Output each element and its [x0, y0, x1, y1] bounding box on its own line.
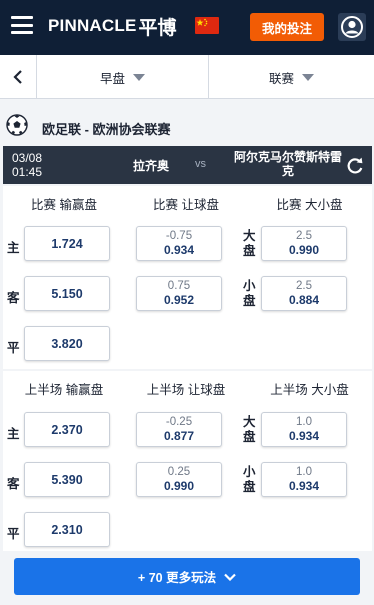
total-line: 1.0	[296, 416, 312, 428]
refresh-icon[interactable]	[346, 157, 364, 175]
total-over-odds[interactable]: 1.0 0.934	[261, 412, 347, 447]
period-dropdown[interactable]: 早盘	[37, 55, 209, 99]
event-datetime: 03/08 01:45	[12, 151, 42, 179]
odds-price: 0.877	[163, 429, 195, 443]
filter-bar: 早盘 联赛	[0, 55, 374, 99]
more-markets-button[interactable]: + 70 更多玩法	[14, 558, 360, 595]
caret-down-icon	[302, 73, 314, 81]
total-under-odds[interactable]: 1.0 0.934	[261, 462, 347, 497]
top-header: PINNACLE 平博 我的投注	[0, 0, 374, 55]
sort-dropdown[interactable]: 联赛	[209, 55, 374, 99]
total-under-odds[interactable]: 2.5 0.884	[261, 276, 347, 311]
first-half-markets: 上半场 输赢盘 上半场 让球盘 上半场 大小盘 主 2.370 客 5.390 …	[3, 371, 372, 551]
total-header: 比赛 大小盘	[276, 198, 343, 212]
period-dropdown-label: 早盘	[99, 71, 125, 86]
total-line: 1.0	[296, 466, 312, 478]
home-label: 主	[7, 427, 20, 441]
handicap-header: 上半场 让球盘	[146, 383, 226, 397]
home-team: 拉齐奥	[133, 159, 170, 173]
sort-dropdown-label: 联赛	[268, 71, 294, 86]
china-flag-icon[interactable]	[195, 17, 219, 34]
odds-price: 0.934	[288, 429, 320, 443]
user-icon[interactable]	[338, 13, 366, 41]
odds-price: 3.820	[51, 336, 83, 351]
total-line: 2.5	[296, 230, 312, 242]
handicap-line: -0.25	[165, 416, 193, 428]
moneyline-header: 上半场 输赢盘	[24, 383, 104, 397]
more-markets-label: + 70 更多玩法	[137, 571, 217, 585]
moneyline-draw-odds[interactable]: 2.310	[24, 512, 110, 547]
away-team: 阿尔克马尔赞斯特雷克	[233, 150, 342, 178]
handicap-away-odds[interactable]: 0.75 0.952	[136, 276, 222, 311]
moneyline-draw-odds[interactable]: 3.820	[24, 326, 110, 361]
home-label: 主	[7, 241, 20, 255]
event-bar: 03/08 01:45 拉齐奥 vs 阿尔克马尔赞斯特雷克	[3, 146, 372, 184]
handicap-line: -0.75	[165, 230, 193, 242]
odds-price: 0.934	[288, 479, 320, 493]
total-line: 2.5	[296, 280, 312, 292]
event-date: 03/08	[12, 151, 43, 165]
moneyline-away-odds[interactable]: 5.390	[24, 462, 110, 497]
odds-price: 0.990	[163, 479, 195, 493]
my-bets-button[interactable]: 我的投注	[250, 13, 324, 41]
odds-price: 0.990	[288, 243, 320, 257]
handicap-away-odds[interactable]: 0.25 0.990	[136, 462, 222, 497]
odds-price: 0.934	[163, 243, 195, 257]
total-header: 上半场 大小盘	[270, 383, 349, 397]
odds-price: 0.952	[163, 293, 195, 307]
odds-price: 5.390	[51, 472, 83, 487]
brand-cjk: 平博	[138, 16, 177, 39]
chevron-down-icon	[224, 573, 236, 581]
vs-label: vs	[195, 158, 206, 170]
brand-logo[interactable]: PINNACLE 平博	[48, 12, 177, 40]
total-over-odds[interactable]: 2.5 0.990	[261, 226, 347, 261]
over-label: 大盘	[243, 415, 256, 444]
draw-label: 平	[7, 527, 20, 541]
handicap-line: 0.25	[167, 466, 191, 478]
moneyline-home-odds[interactable]: 1.724	[24, 226, 110, 261]
moneyline-away-odds[interactable]: 5.150	[24, 276, 110, 311]
odds-price: 5.150	[51, 286, 83, 301]
under-label: 小盘	[243, 279, 256, 308]
moneyline-home-odds[interactable]: 2.370	[24, 412, 110, 447]
caret-down-icon	[133, 73, 145, 81]
handicap-line: 0.75	[167, 280, 191, 292]
back-button[interactable]	[0, 55, 37, 99]
menu-icon[interactable]	[11, 16, 33, 34]
odds-price: 2.370	[51, 422, 83, 437]
handicap-home-odds[interactable]: -0.25 0.877	[136, 412, 222, 447]
odds-price: 0.884	[288, 293, 320, 307]
soccer-ball-icon	[6, 114, 28, 136]
handicap-header: 比赛 让球盘	[153, 198, 219, 212]
league-name: 欧足联 - 欧洲协会联赛	[42, 122, 171, 137]
draw-label: 平	[7, 341, 20, 355]
brand-latin: PINNACLE	[48, 16, 137, 35]
over-label: 大盘	[243, 229, 256, 258]
full-match-markets: 比赛 输赢盘 比赛 让球盘 比赛 大小盘 主 1.724 客 5.150 平 3…	[3, 186, 372, 369]
chevron-left-icon	[13, 70, 22, 84]
away-label: 客	[7, 291, 20, 305]
under-label: 小盘	[243, 465, 256, 494]
away-label: 客	[7, 477, 20, 491]
league-header[interactable]: 欧足联 - 欧洲协会联赛	[0, 109, 374, 143]
odds-price: 2.310	[51, 522, 83, 537]
event-time: 01:45	[12, 165, 43, 179]
odds-price: 1.724	[51, 236, 83, 251]
handicap-home-odds[interactable]: -0.75 0.934	[136, 226, 222, 261]
moneyline-header: 比赛 输赢盘	[31, 198, 97, 212]
